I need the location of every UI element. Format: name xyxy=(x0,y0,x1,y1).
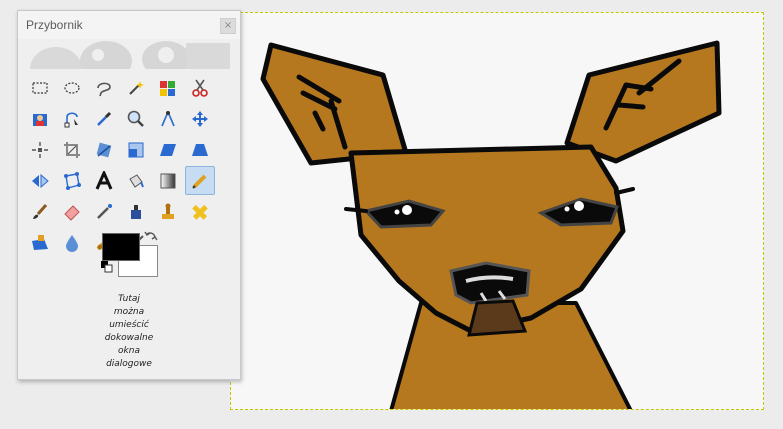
fuzzy-select-icon[interactable] xyxy=(121,73,151,102)
dock-hint-line: umieścić xyxy=(109,320,149,330)
pencil-icon[interactable] xyxy=(185,166,215,195)
cage-transform-icon[interactable] xyxy=(57,166,87,195)
measure-icon[interactable] xyxy=(153,104,183,133)
gradient-icon[interactable] xyxy=(153,166,183,195)
heal-icon[interactable] xyxy=(185,197,215,226)
dock-hint-line: można xyxy=(113,307,145,317)
paintbrush-icon[interactable] xyxy=(25,197,55,226)
color-picker-icon[interactable] xyxy=(89,104,119,133)
image-canvas[interactable] xyxy=(230,12,764,410)
foreground-select-icon[interactable] xyxy=(25,104,55,133)
toolbox-titlebar[interactable]: Przybornik × xyxy=(18,11,240,39)
close-button[interactable]: × xyxy=(220,18,236,34)
free-select-icon[interactable] xyxy=(89,73,119,102)
perspective-clone-icon[interactable] xyxy=(25,228,55,257)
dock-hint-line: okna xyxy=(118,346,140,356)
toolbox-title: Przybornik xyxy=(26,18,83,32)
crop-icon[interactable] xyxy=(57,135,87,164)
perspective-icon[interactable] xyxy=(185,135,215,164)
clone-icon[interactable] xyxy=(153,197,183,226)
ink-icon[interactable] xyxy=(121,197,151,226)
eraser-icon[interactable] xyxy=(57,197,87,226)
swap-colors-icon[interactable] xyxy=(144,229,158,243)
dock-hint-text: Tutaj można umieścić dokowalne okna dial… xyxy=(18,293,240,371)
scale-icon[interactable] xyxy=(121,135,151,164)
foreground-color[interactable] xyxy=(102,233,140,261)
deer-drawing xyxy=(260,40,722,409)
bucket-fill-icon[interactable] xyxy=(121,166,151,195)
color-swatches xyxy=(101,231,162,281)
dock-hint-line: dokowalne xyxy=(104,333,154,343)
dock-hint-line: Tutaj xyxy=(118,294,140,304)
zoom-icon[interactable] xyxy=(121,104,151,133)
ellipse-select-icon[interactable] xyxy=(57,73,87,102)
alignment-icon[interactable] xyxy=(25,135,55,164)
color-select-icon[interactable] xyxy=(153,73,183,102)
blur-sharpen-icon[interactable] xyxy=(57,228,87,257)
flip-icon[interactable] xyxy=(25,166,55,195)
wilber-logo-icon xyxy=(26,39,232,69)
airbrush-icon[interactable] xyxy=(89,197,119,226)
shear-icon[interactable] xyxy=(153,135,183,164)
default-colors-icon[interactable] xyxy=(101,261,113,273)
paths-icon[interactable] xyxy=(57,104,87,133)
rotate-icon[interactable] xyxy=(89,135,119,164)
dock-hint-line: dialogowe xyxy=(106,359,152,369)
text-icon[interactable] xyxy=(89,166,119,195)
scissors-icon[interactable] xyxy=(185,73,215,102)
tool-grid xyxy=(25,73,217,259)
toolbox-window: Przybornik × Tutaj można umieścić dokowa… xyxy=(17,10,241,380)
rect-select-icon[interactable] xyxy=(25,73,55,102)
move-icon[interactable] xyxy=(185,104,215,133)
